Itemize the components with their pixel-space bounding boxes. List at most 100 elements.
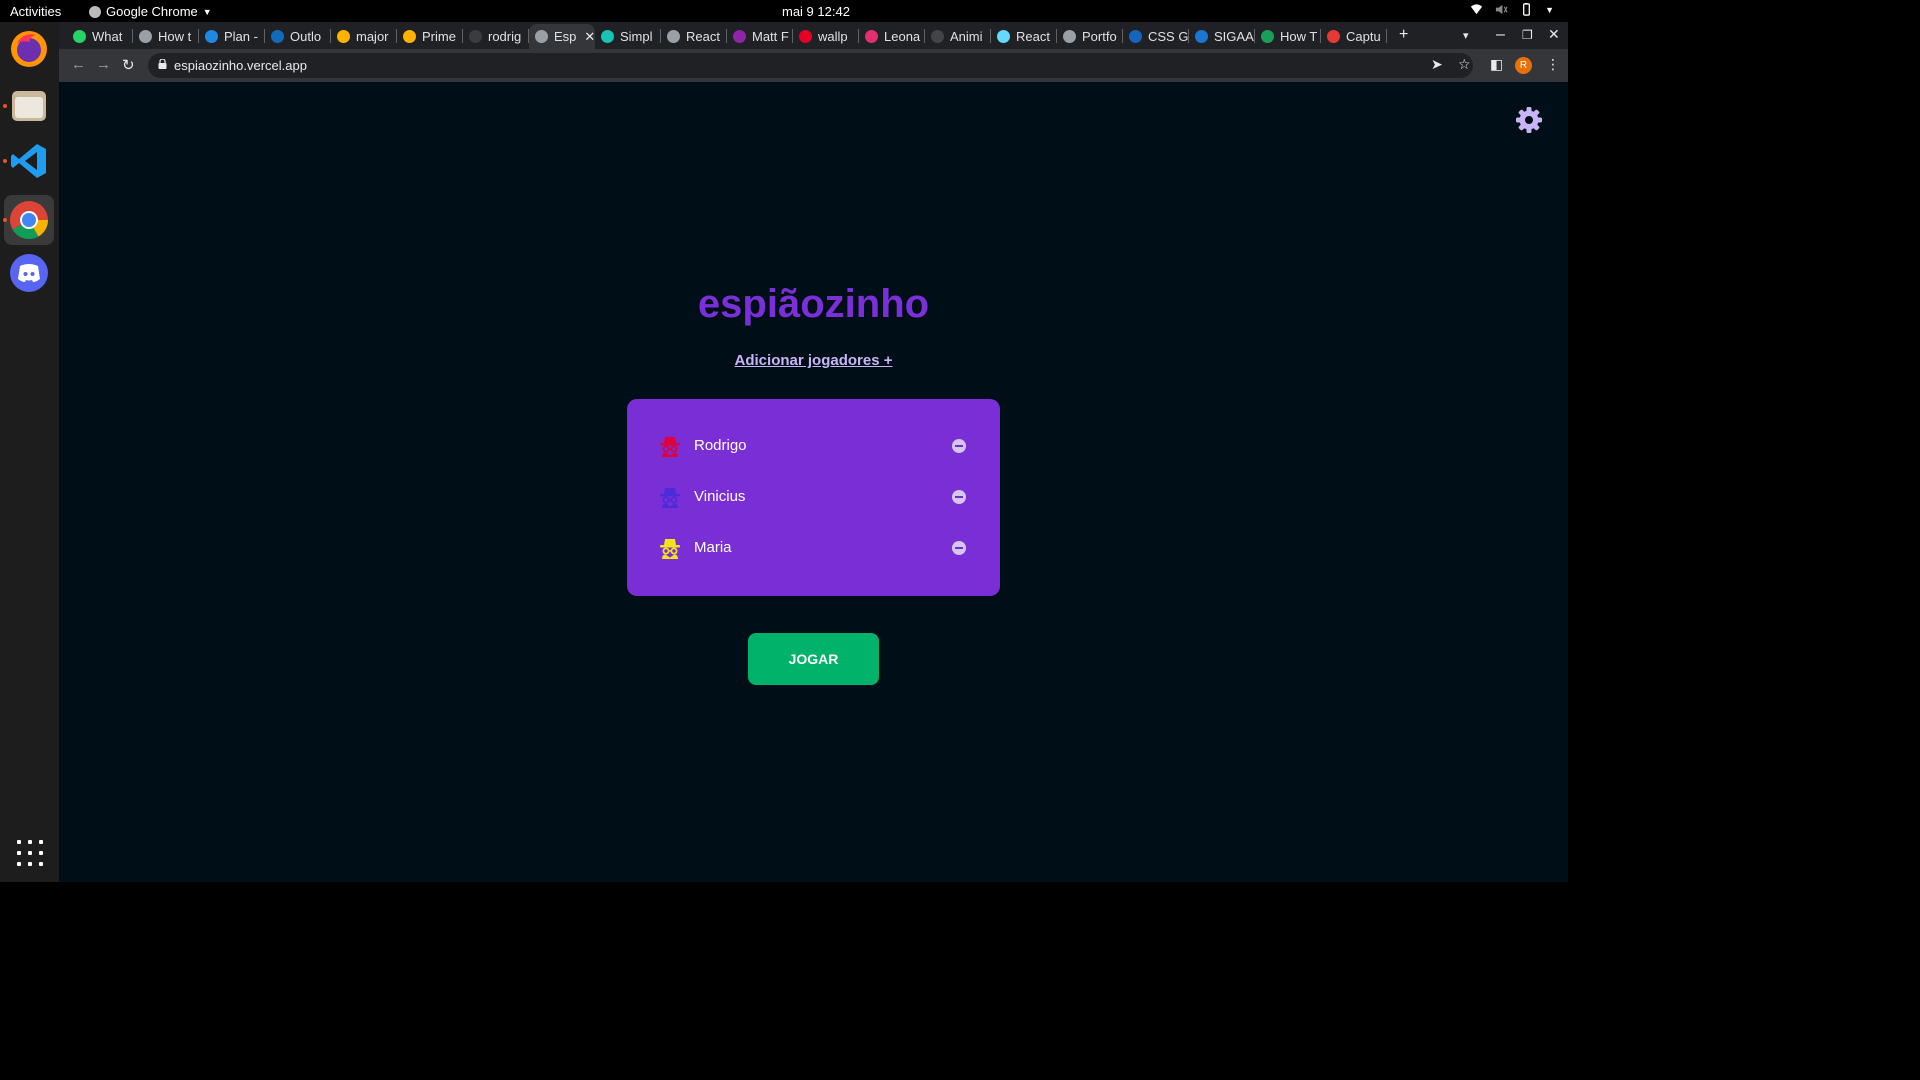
- remove-player-icon[interactable]: [952, 541, 966, 555]
- browser-tab[interactable]: How T: [1255, 24, 1321, 48]
- tab-label: Plan -: [224, 28, 258, 44]
- dock-firefox[interactable]: [8, 28, 50, 70]
- clock[interactable]: mai 9 12:42: [782, 4, 850, 19]
- tab-label: rodrig: [488, 28, 522, 44]
- browser-tab[interactable]: How t: [133, 24, 199, 48]
- tab-label: Captu: [1346, 28, 1381, 44]
- files-icon: [12, 91, 46, 121]
- tab-label: Esp: [554, 29, 577, 44]
- tab-favicon-icon: [469, 29, 482, 43]
- tab-favicon-icon: [1327, 29, 1340, 43]
- app-menu[interactable]: Google Chrome ▼: [89, 4, 212, 19]
- tab-label: React: [686, 28, 720, 44]
- forward-button[interactable]: →: [96, 56, 111, 73]
- player-name: Vinicius: [694, 488, 746, 505]
- tab-label: Portfo: [1082, 28, 1117, 44]
- tab-favicon-icon: [667, 29, 680, 43]
- dock: [0, 22, 59, 882]
- tab-search-icon[interactable]: ▾: [1463, 29, 1469, 42]
- tab-favicon-icon: [799, 29, 812, 43]
- browser-tab[interactable]: Leona: [859, 24, 925, 48]
- dock-vscode[interactable]: [8, 140, 50, 182]
- play-button[interactable]: JOGAR: [748, 633, 879, 685]
- player-row: Maria: [659, 534, 977, 562]
- browser-tab[interactable]: React: [661, 24, 727, 48]
- browser-tab[interactable]: rodrig: [463, 24, 529, 48]
- maximize-button[interactable]: ❐: [1522, 28, 1533, 42]
- close-window-button[interactable]: ✕: [1548, 26, 1560, 43]
- remove-player-icon[interactable]: [952, 490, 966, 504]
- side-panel-icon[interactable]: ◧: [1490, 56, 1503, 73]
- browser-tab[interactable]: Esp ✕: [529, 24, 595, 49]
- browser-tab[interactable]: major: [331, 24, 397, 48]
- dock-files[interactable]: [8, 85, 50, 127]
- browser-tab[interactable]: Simpl: [595, 24, 661, 48]
- tab-label: How T: [1280, 28, 1318, 44]
- app-menu-label: Google Chrome: [106, 4, 198, 19]
- tab-favicon-icon: [997, 29, 1010, 43]
- browser-toolbar: ← → ↻ espiaozinho.vercel.app ➤ ☆ ◧ R ⋮: [59, 49, 1568, 82]
- browser-tab[interactable]: Outlo: [265, 24, 331, 48]
- volume-icon: [1496, 4, 1508, 15]
- browser-tab[interactable]: Portfo: [1057, 24, 1123, 48]
- browser-tab[interactable]: CSS G: [1123, 24, 1189, 48]
- url-text: espiaozinho.vercel.app: [174, 58, 307, 73]
- spy-icon: [660, 437, 680, 457]
- bookmark-star-icon[interactable]: ☆: [1458, 56, 1471, 73]
- address-bar[interactable]: espiaozinho.vercel.app: [148, 53, 1473, 78]
- running-indicator: [3, 218, 7, 222]
- running-indicator: [3, 104, 7, 108]
- tab-label: How t: [158, 28, 192, 44]
- profile-avatar[interactable]: R: [1515, 57, 1532, 74]
- player-row: Vinicius: [659, 483, 977, 511]
- tab-favicon-icon: [865, 29, 878, 43]
- minimize-button[interactable]: –: [1496, 26, 1505, 44]
- browser-tab[interactable]: Prime: [397, 24, 463, 48]
- browser-tab[interactable]: Plan -: [199, 24, 265, 48]
- tab-separator: [1386, 29, 1387, 43]
- system-top-bar: Activities Google Chrome ▼ mai 9 12:42 ▼: [0, 0, 1568, 22]
- close-tab-icon[interactable]: ✕: [584, 29, 595, 45]
- browser-tab[interactable]: SIGAA: [1189, 24, 1255, 48]
- browser-tab[interactable]: Animi: [925, 24, 991, 48]
- tab-favicon-icon: [931, 29, 944, 43]
- chrome-menu-icon[interactable]: ⋮: [1546, 56, 1560, 73]
- remove-player-icon[interactable]: [952, 439, 966, 453]
- page-content: espiãozinho Adicionar jogadores + Rodrig…: [59, 82, 1568, 882]
- tab-label: Animi: [950, 28, 983, 44]
- vscode-icon: [11, 144, 46, 178]
- battery-icon: [1523, 3, 1531, 16]
- activities-button[interactable]: Activities: [10, 4, 61, 19]
- browser-tab[interactable]: Captu: [1321, 24, 1387, 48]
- discord-icon: [10, 254, 48, 292]
- show-applications-button[interactable]: [17, 840, 43, 866]
- dock-chrome[interactable]: [4, 195, 54, 245]
- tab-favicon-icon: [1129, 29, 1142, 43]
- new-tab-button[interactable]: +: [1399, 26, 1408, 44]
- dock-discord[interactable]: [8, 252, 50, 294]
- share-icon[interactable]: ➤: [1431, 56, 1443, 73]
- browser-tab[interactable]: Matt F: [727, 24, 793, 48]
- tab-label: Simpl: [620, 28, 653, 44]
- tab-label: wallp: [818, 28, 848, 44]
- wifi-icon: [1471, 4, 1483, 15]
- settings-gear-icon[interactable]: [1515, 106, 1543, 134]
- browser-tab[interactable]: React: [991, 24, 1057, 48]
- browser-tab[interactable]: wallp: [793, 24, 859, 48]
- running-indicator: [3, 159, 7, 163]
- chevron-down-icon: ▼: [1545, 4, 1554, 15]
- tab-favicon-icon: [733, 29, 746, 43]
- tab-label: major: [356, 28, 389, 44]
- spy-icon: [660, 488, 680, 508]
- tab-favicon-icon: [73, 29, 86, 43]
- browser-tab[interactable]: What: [67, 24, 133, 48]
- system-tray[interactable]: ▼: [1470, 3, 1554, 16]
- lock-icon: [158, 59, 167, 69]
- add-players-link[interactable]: Adicionar jogadores +: [59, 352, 1568, 369]
- player-name: Rodrigo: [694, 437, 747, 454]
- back-button[interactable]: ←: [71, 56, 86, 73]
- chrome-icon: [89, 5, 101, 18]
- page-title: espiãozinho: [697, 282, 930, 326]
- reload-button[interactable]: ↻: [122, 56, 135, 74]
- chevron-down-icon: ▼: [202, 6, 212, 17]
